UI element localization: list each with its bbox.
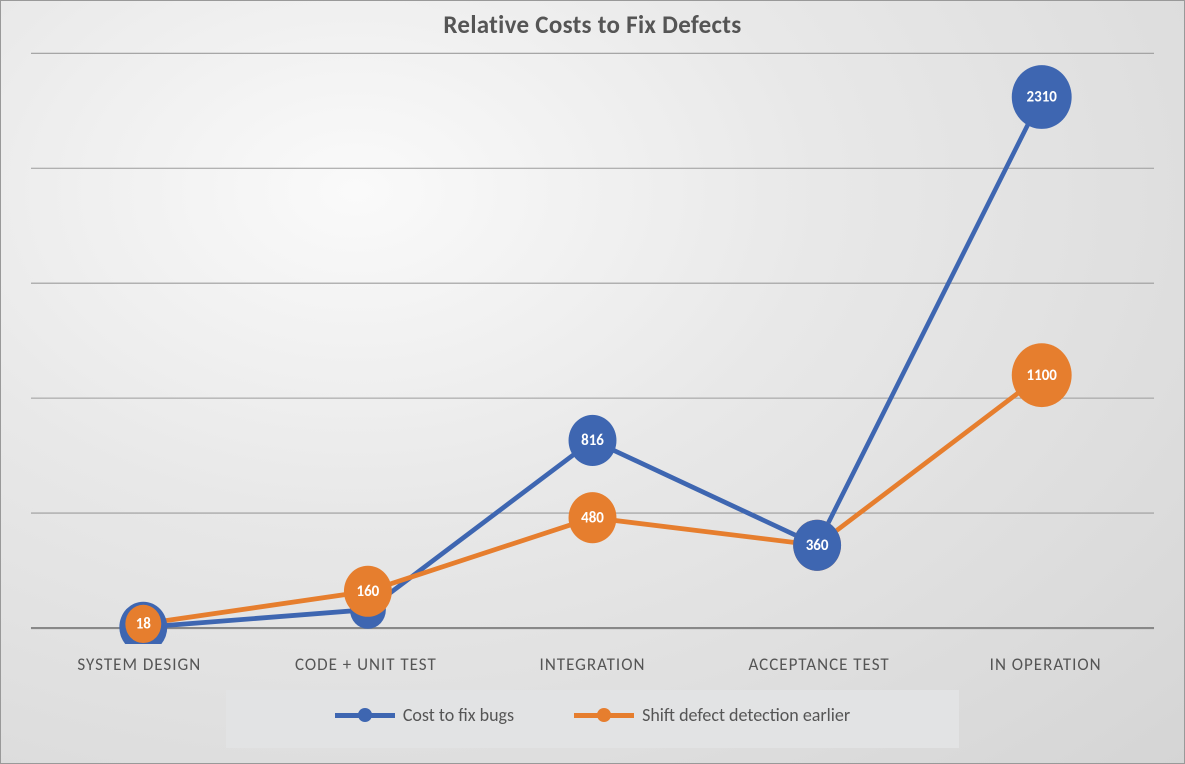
chart-title: Relative Costs to Fix Defects	[1, 1, 1184, 48]
x-axis-label: ACCEPTANCE TEST	[706, 654, 933, 675]
series-line	[143, 97, 1041, 627]
chart-svg: 3.5188016048081636036011002310	[26, 48, 1159, 644]
x-axis: SYSTEM DESIGNCODE + UNIT TESTINTEGRATION…	[1, 644, 1184, 690]
plot-area: 3.5188016048081636036011002310	[26, 48, 1159, 644]
legend-marker-icon	[335, 713, 395, 718]
legend-item: Shift defect detection earlier	[574, 704, 850, 726]
x-axis-label: INTEGRATION	[479, 654, 706, 675]
legend-item: Cost to fix bugs	[335, 704, 514, 726]
x-axis-label: SYSTEM DESIGN	[26, 654, 253, 675]
data-label: 816	[581, 431, 604, 451]
data-label: 1100	[1027, 365, 1057, 385]
data-label: 480	[581, 508, 604, 528]
legend-label: Shift defect detection earlier	[642, 704, 850, 726]
legend: Cost to fix bugs Shift defect detection e…	[226, 690, 959, 748]
data-label: 2310	[1027, 87, 1057, 107]
data-label: 360	[806, 535, 829, 555]
x-axis-label: CODE + UNIT TEST	[253, 654, 480, 675]
x-axis-label: IN OPERATION	[932, 654, 1159, 675]
data-label: 160	[357, 581, 380, 601]
chart-container: Relative Costs to Fix Defects 3.51880160…	[1, 1, 1184, 763]
legend-label: Cost to fix bugs	[403, 704, 514, 726]
data-label: 18	[136, 614, 151, 634]
legend-marker-icon	[574, 713, 634, 718]
